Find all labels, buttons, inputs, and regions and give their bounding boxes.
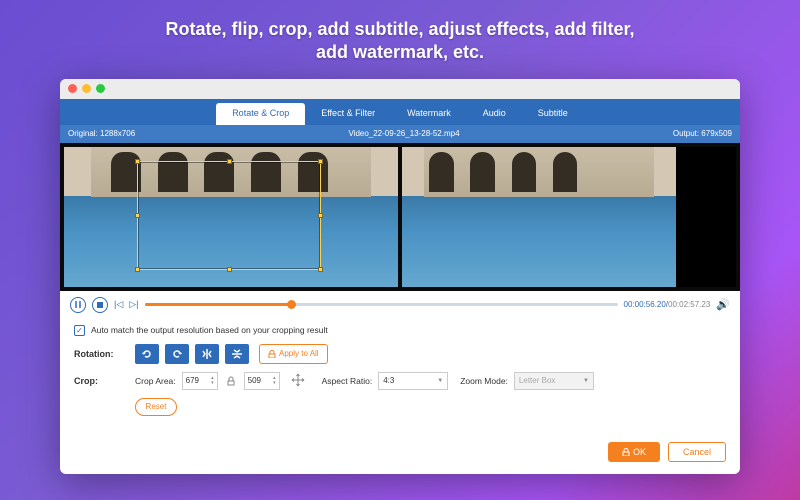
rotate-right-button[interactable] [165, 344, 189, 364]
tab-effect-filter[interactable]: Effect & Filter [305, 103, 391, 125]
aspect-ratio-select[interactable]: 4:3▼ [378, 372, 448, 390]
original-resolution: Original: 1288x706 [68, 129, 135, 138]
footer: OK Cancel [60, 434, 740, 474]
tab-audio[interactable]: Audio [467, 103, 522, 125]
aspect-ratio-label: Aspect Ratio: [322, 376, 373, 386]
hero-caption: Rotate, flip, crop, add subtitle, adjust… [105, 0, 694, 79]
tab-rotate-crop[interactable]: Rotate & Crop [216, 103, 305, 125]
seek-thumb[interactable] [287, 300, 296, 309]
preview-row [60, 143, 740, 291]
volume-icon[interactable]: 🔊 [716, 298, 730, 311]
editor-window: Rotate & Crop Effect & Filter Watermark … [60, 79, 740, 474]
minimize-icon[interactable] [82, 84, 91, 93]
filename-label: Video_22-09-26_13-28-52.mp4 [135, 129, 673, 138]
flip-horizontal-button[interactable] [195, 344, 219, 364]
preview-original[interactable] [64, 147, 398, 287]
reset-button[interactable]: Reset [135, 398, 177, 416]
play-pause-button[interactable] [70, 297, 86, 313]
apply-to-all-button[interactable]: Apply to All [259, 344, 328, 364]
time-display: 00:00:56.20/00:02:57.23 [624, 300, 711, 309]
output-resolution: Output: 679x509 [673, 129, 732, 138]
tab-bar: Rotate & Crop Effect & Filter Watermark … [60, 99, 740, 125]
link-dimensions-icon[interactable] [224, 374, 238, 388]
auto-match-checkbox[interactable]: ✓ [74, 325, 85, 336]
tab-watermark[interactable]: Watermark [391, 103, 467, 125]
stop-button[interactable] [92, 297, 108, 313]
controls-panel: ✓ Auto match the output resolution based… [60, 319, 740, 434]
lock-icon [622, 448, 630, 456]
crop-label: Crop: [74, 376, 129, 386]
next-frame-icon[interactable]: ▷| [129, 299, 138, 310]
playback-bar: |◁ ▷| 00:00:56.20/00:02:57.23 🔊 [60, 291, 740, 319]
flip-vertical-button[interactable] [225, 344, 249, 364]
rotate-left-button[interactable] [135, 344, 159, 364]
close-icon[interactable] [68, 84, 77, 93]
lock-icon [268, 350, 276, 358]
auto-match-label: Auto match the output resolution based o… [91, 325, 328, 335]
crop-selection[interactable] [137, 161, 321, 270]
ok-button[interactable]: OK [608, 442, 660, 462]
crop-height-input[interactable]: 509▴▾ [244, 372, 280, 390]
resolution-bar: Original: 1288x706 Video_22-09-26_13-28-… [60, 125, 740, 143]
maximize-icon[interactable] [96, 84, 105, 93]
zoom-mode-label: Zoom Mode: [460, 376, 508, 386]
zoom-mode-select[interactable]: Letter Box▼ [514, 372, 594, 390]
seek-progress [145, 303, 292, 306]
crop-position-icon[interactable] [286, 372, 310, 390]
tab-subtitle[interactable]: Subtitle [522, 103, 584, 125]
rotation-label: Rotation: [74, 349, 129, 359]
seek-track[interactable] [145, 303, 618, 306]
cancel-button[interactable]: Cancel [668, 442, 726, 462]
titlebar [60, 79, 740, 99]
crop-area-label: Crop Area: [135, 376, 176, 386]
crop-width-input[interactable]: 679▴▾ [182, 372, 218, 390]
prev-frame-icon[interactable]: |◁ [114, 299, 123, 310]
preview-output [402, 147, 736, 287]
